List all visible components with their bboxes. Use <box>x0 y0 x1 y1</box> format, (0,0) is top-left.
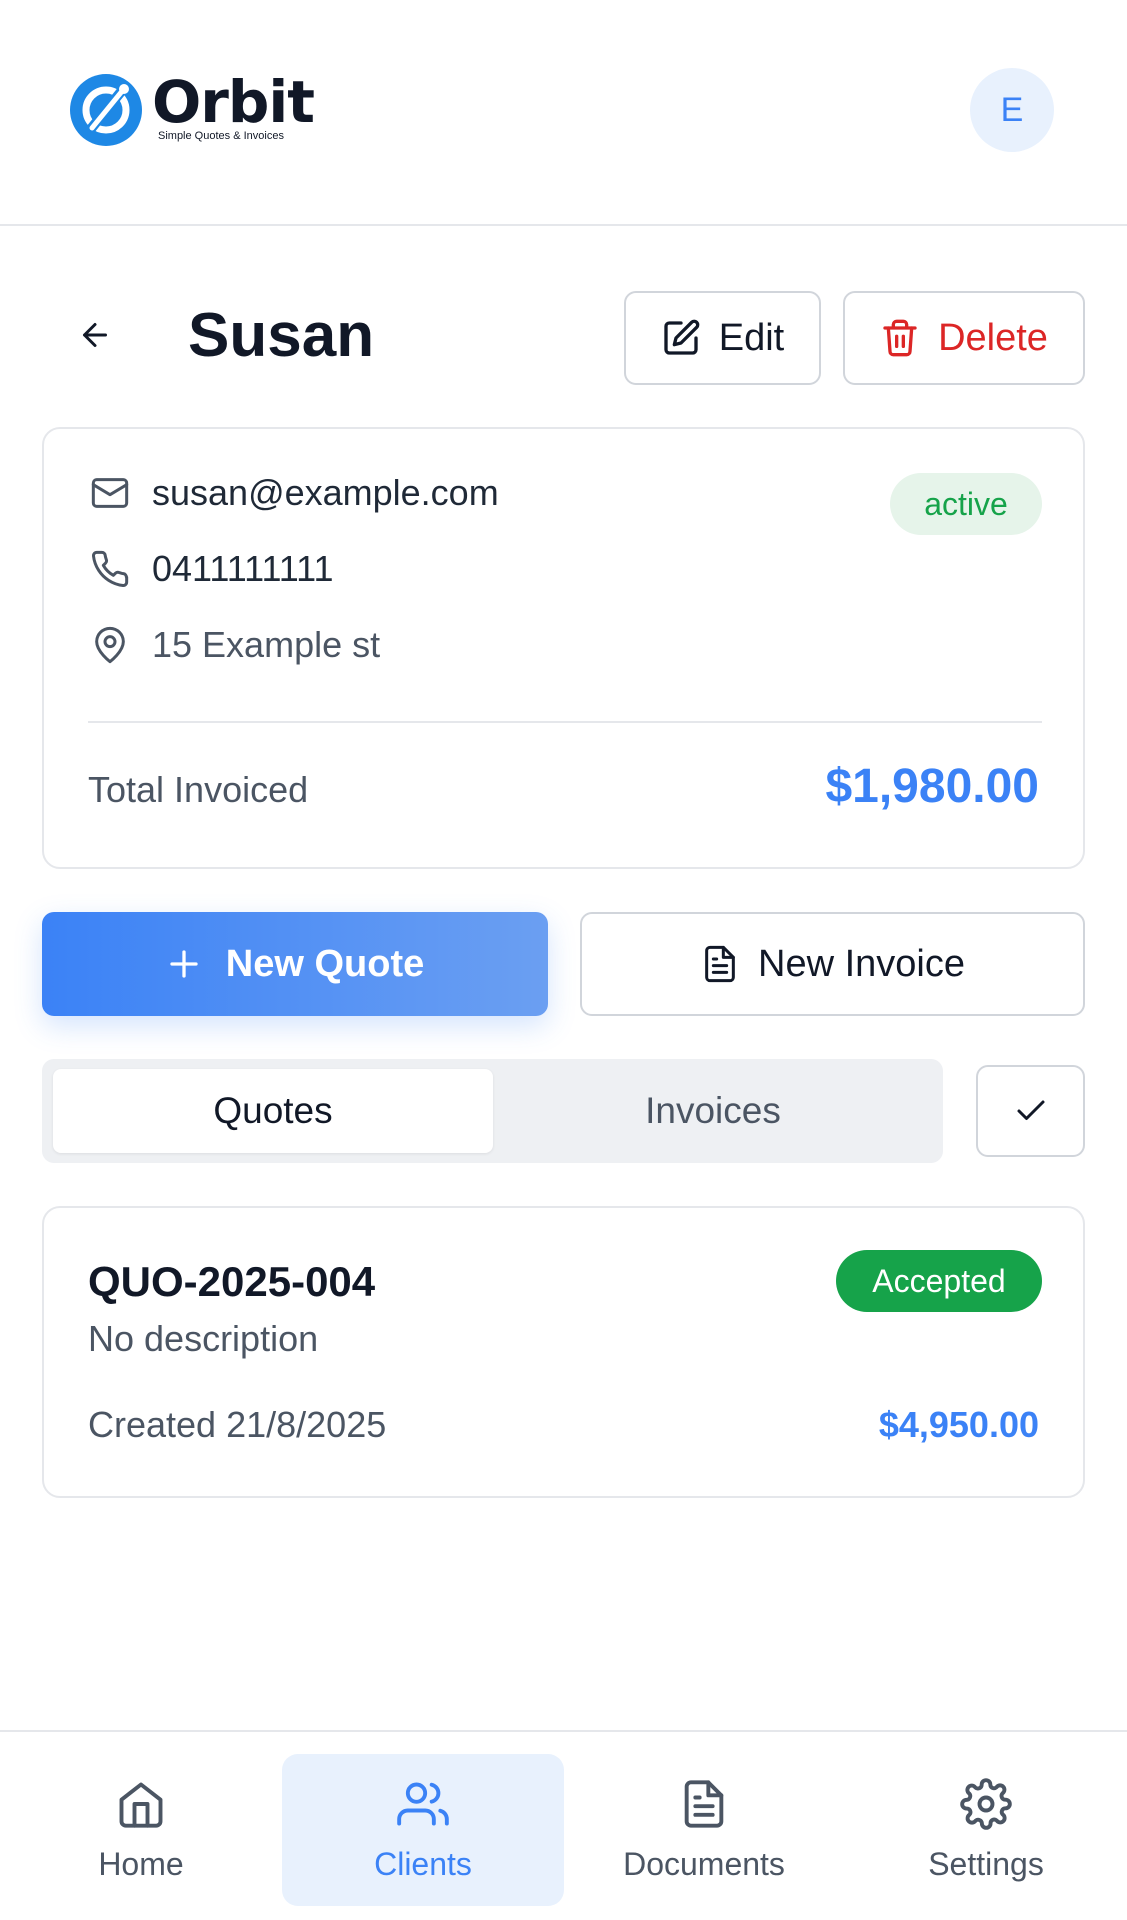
nav-label-documents: Documents <box>623 1845 785 1882</box>
logo-name: Orbit <box>152 68 315 136</box>
total-invoiced-label: Total Invoiced <box>88 769 309 810</box>
new-quote-button[interactable]: New Quote <box>42 912 548 1016</box>
nav-label-settings: Settings <box>928 1845 1044 1882</box>
home-icon <box>119 1782 163 1828</box>
nav-label-clients: Clients <box>374 1845 472 1882</box>
edit-icon <box>664 319 700 355</box>
tab-quotes[interactable]: Quotes <box>53 1069 493 1153</box>
new-invoice-label: New Invoice <box>758 942 965 985</box>
orbit-logo-icon <box>70 74 142 146</box>
bottom-nav: Home Clients Documents Settings <box>0 1730 1127 1920</box>
map-pin-icon <box>88 623 132 667</box>
delete-label: Delete <box>938 316 1048 359</box>
nav-item-home[interactable]: Home <box>0 1754 282 1906</box>
document-tabs: Quotes Invoices <box>42 1059 943 1163</box>
back-button[interactable] <box>70 310 120 360</box>
nav-item-clients[interactable]: Clients <box>282 1754 564 1906</box>
email-row[interactable]: susan@example.com <box>88 471 499 515</box>
orbit-logo[interactable]: Orbit Simple Quotes & Invoices <box>68 68 315 148</box>
client-email: susan@example.com <box>152 472 499 513</box>
user-avatar[interactable]: E <box>970 68 1054 152</box>
app-header: Orbit Simple Quotes & Invoices E <box>0 0 1127 226</box>
select-button[interactable] <box>976 1065 1085 1157</box>
quote-description: No description <box>88 1318 319 1359</box>
quote-status-badge: Accepted <box>836 1250 1042 1312</box>
document-icon <box>705 945 735 983</box>
arrow-left-icon <box>83 323 107 347</box>
quote-card[interactable]: QUO-2025-004 Accepted No description Cre… <box>42 1206 1085 1498</box>
client-address: 15 Example st <box>152 624 381 665</box>
check-icon <box>1017 1100 1044 1120</box>
page-title: Susan <box>188 301 375 370</box>
status-badge: active <box>890 473 1042 535</box>
gear-icon <box>960 1777 1012 1830</box>
edit-label: Edit <box>718 316 785 359</box>
delete-button[interactable]: Delete <box>843 291 1085 385</box>
address-row: 15 Example st <box>88 623 380 667</box>
quote-created-date: Created 21/8/2025 <box>88 1404 387 1445</box>
users-icon <box>397 1782 449 1825</box>
nav-item-documents[interactable]: Documents <box>563 1754 845 1906</box>
new-invoice-button[interactable]: New Invoice <box>580 912 1085 1016</box>
nav-label-home: Home <box>98 1845 184 1882</box>
edit-button[interactable]: Edit <box>624 291 821 385</box>
client-phone: 0411111111 <box>152 548 334 589</box>
mail-icon <box>88 471 132 515</box>
quote-number: QUO-2025-004 <box>88 1258 376 1305</box>
total-invoiced-value: $1,980.00 <box>825 760 1039 813</box>
document-icon <box>684 1779 724 1828</box>
plus-icon <box>170 950 198 978</box>
nav-item-settings[interactable]: Settings <box>845 1754 1127 1906</box>
divider <box>88 721 1042 723</box>
phone-icon <box>88 547 132 591</box>
tab-invoices[interactable]: Invoices <box>493 1069 933 1153</box>
client-info-card: susan@example.com active 0411111111 15 E… <box>42 427 1085 869</box>
new-quote-label: New Quote <box>225 942 425 985</box>
quote-amount: $4,950.00 <box>878 1404 1039 1445</box>
trash-icon <box>883 319 917 357</box>
phone-row[interactable]: 0411111111 <box>88 547 334 591</box>
